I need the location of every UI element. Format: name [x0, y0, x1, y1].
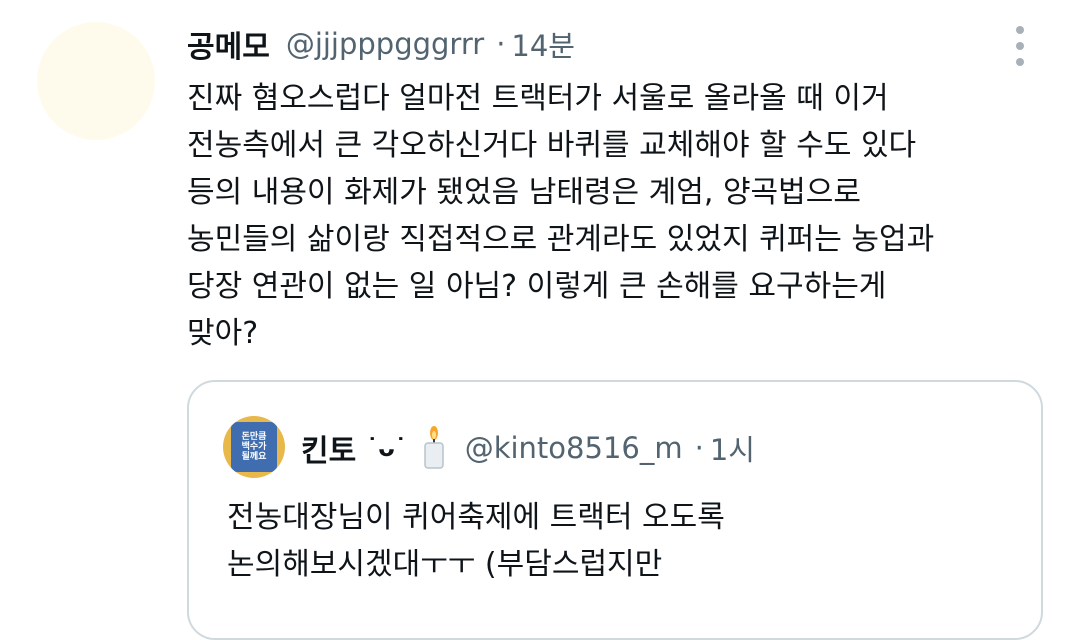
avatar-badge-text: 돈만큼: [241, 432, 267, 442]
avatar-badge: 돈만큼 백수가 될께요: [231, 422, 277, 472]
avatar-badge-text: 될께요: [241, 452, 267, 462]
quoted-tweet-card[interactable]: 돈만큼 백수가 될께요 킨토 ˙ᴗ˙ @kinto8516_m · 1시 전농대…: [187, 380, 1043, 640]
quoted-text-line: 논의해보시겠대ㅜㅜ (부담스럽지만: [227, 547, 663, 582]
tweet-text-line: 당장 연관이 없는 일 아님? 이렇게 큰 손해를 요구하는게: [187, 269, 887, 304]
tweet-text: 진짜 혐오스럽다 얼마전 트랙터가 서울로 올라올 때 이거 전농측에서 큰 각…: [187, 75, 1067, 357]
quoted-author-emoji: ˙ᴗ˙: [366, 434, 407, 462]
quoted-text-line: 전농대장님이 퀴어축제에 트랙터 오도록: [227, 500, 725, 535]
more-vertical-icon[interactable]: [1005, 26, 1035, 66]
tweet-text-line: 진짜 혐오스럽다 얼마전 트랙터가 서울로 올라올 때 이거: [187, 81, 889, 116]
more-dot: [1016, 58, 1024, 66]
more-dot: [1016, 42, 1024, 50]
quoted-author-avatar[interactable]: 돈만큼 백수가 될께요: [223, 416, 285, 478]
author-name[interactable]: 공메모: [187, 22, 270, 66]
quoted-tweet-timestamp[interactable]: 1시: [710, 427, 755, 469]
author-handle[interactable]: @jjjpppgggrrr: [286, 27, 484, 61]
candle-icon: [421, 426, 447, 470]
tweet-timestamp[interactable]: 14분: [511, 23, 575, 65]
separator-dot: ·: [694, 431, 704, 465]
quoted-author-handle[interactable]: @kinto8516_m: [465, 431, 683, 465]
tweet-text-line: 맞아?: [187, 316, 259, 351]
avatar-badge-text: 백수가: [241, 442, 267, 452]
author-avatar[interactable]: [37, 22, 155, 140]
tweet-text-line: 등의 내용이 화제가 됐었음 남태령은 계엄, 양곡법으로: [187, 175, 861, 210]
separator-dot: ·: [496, 27, 506, 61]
tweet-header: 공메모 @jjjpppgggrrr · 14분: [187, 20, 575, 68]
quoted-tweet-text: 전농대장님이 퀴어축제에 트랙터 오도록 논의해보시겠대ㅜㅜ (부담스럽지만: [227, 494, 1027, 588]
tweet-text-line: 전농측에서 큰 각오하신거다 바퀴를 교체해야 할 수도 있다: [187, 128, 917, 163]
tweet-text-line: 농민들의 삶이랑 직접적으로 관계라도 있었지 퀴퍼는 농업과: [187, 222, 935, 257]
more-dot: [1016, 26, 1024, 34]
quoted-author-name[interactable]: 킨토: [301, 426, 356, 470]
quoted-tweet-header: 킨토 ˙ᴗ˙ @kinto8516_m · 1시: [301, 424, 755, 472]
